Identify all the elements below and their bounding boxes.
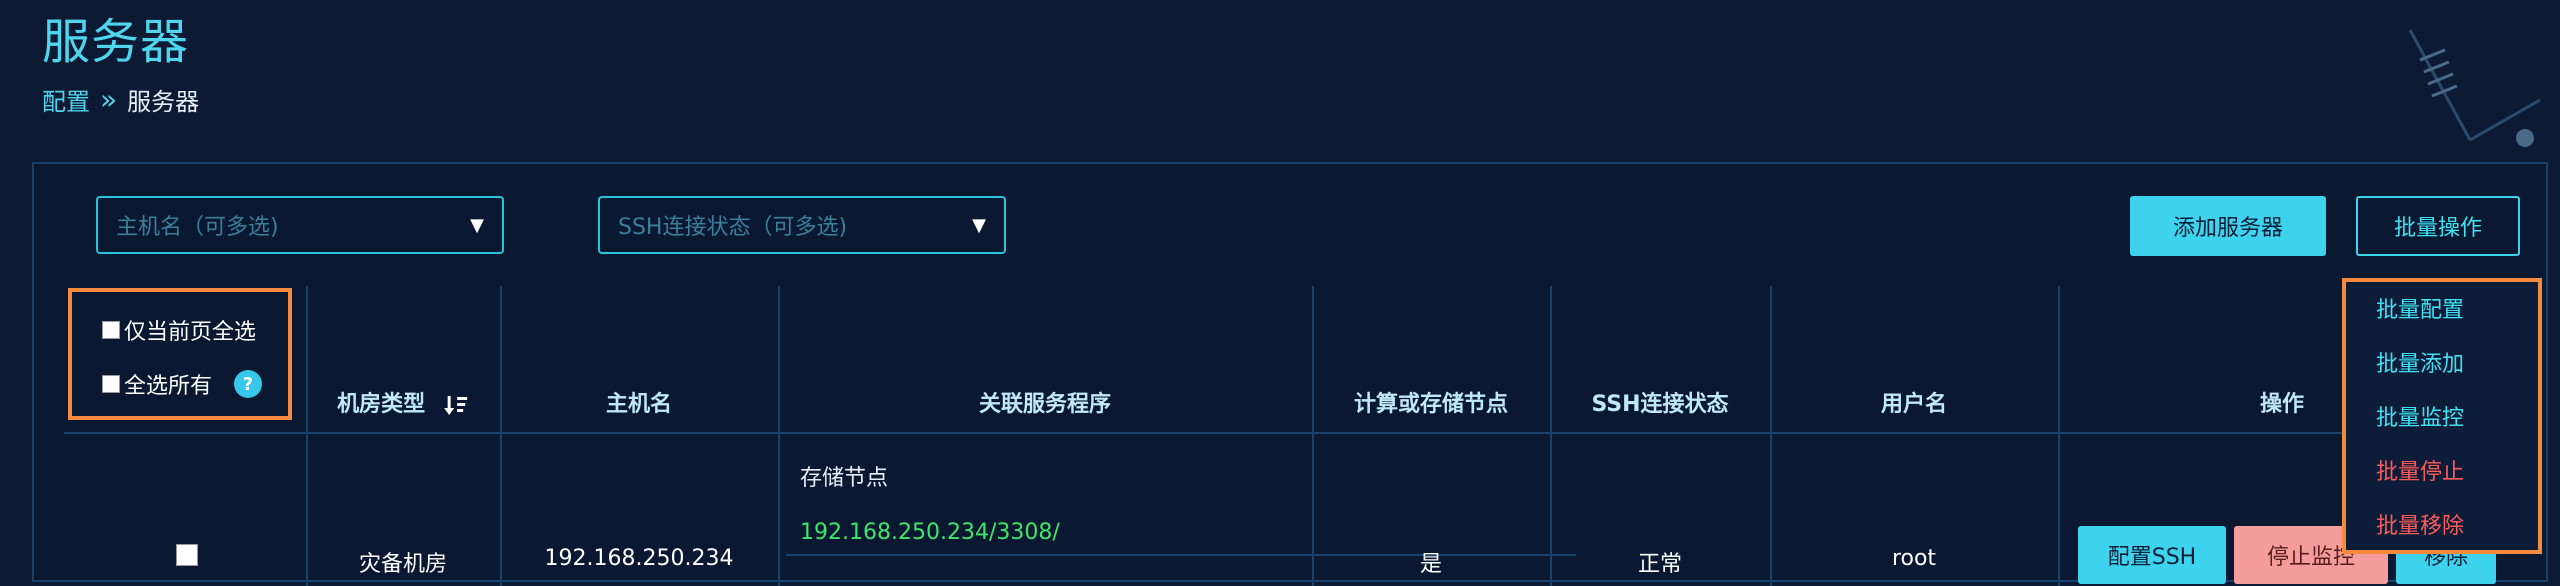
- menu-item-batch-add[interactable]: 批量添加: [2376, 346, 2464, 378]
- batch-operations-menu: 批量配置 批量添加 批量监控 批量停止 批量移除: [2342, 278, 2542, 554]
- header-node-type: 计算或存储节点: [1353, 392, 1509, 417]
- menu-item-batch-remove[interactable]: 批量移除: [2376, 508, 2464, 540]
- row-checkbox[interactable]: [176, 544, 198, 566]
- header-username: 用户名: [1880, 392, 1948, 417]
- column-divider: [1312, 286, 1314, 586]
- configure-ssh-button[interactable]: 配置SSH: [2078, 526, 2226, 584]
- cell-compute-or-storage: 是: [1419, 552, 1443, 577]
- select-all-group: 仅当前页全选 全选所有 ?: [68, 288, 292, 420]
- caret-down-icon: ▼: [470, 214, 484, 236]
- column-divider: [2058, 286, 2060, 586]
- column-divider: [306, 286, 308, 586]
- column-divider: [500, 286, 502, 586]
- ssh-status-filter-select[interactable]: SSH连接状态（可多选) ▼: [598, 196, 1006, 254]
- breadcrumb: 配置 » 服务器: [42, 82, 199, 117]
- header-hostname: 主机名: [605, 392, 673, 417]
- menu-item-batch-monitor[interactable]: 批量监控: [2376, 400, 2464, 432]
- server-panel: 主机名（可多选) ▼ SSH连接状态（可多选) ▼ 添加服务器 批量操作 仅当前…: [32, 162, 2548, 586]
- caret-down-icon: ▼: [972, 214, 986, 236]
- cell-ssh-status: 正常: [1637, 552, 1683, 577]
- select-current-page-option[interactable]: 仅当前页全选: [102, 314, 288, 346]
- breadcrumb-separator: »: [100, 82, 118, 116]
- batch-operations-button[interactable]: 批量操作: [2356, 196, 2520, 256]
- help-icon[interactable]: ?: [234, 370, 263, 398]
- add-server-button[interactable]: 添加服务器: [2130, 196, 2326, 256]
- cell-room-type: 灾备机房: [358, 552, 448, 577]
- breadcrumb-current: 服务器: [127, 88, 200, 116]
- column-divider: [778, 286, 780, 586]
- header-ssh-status: SSH连接状态: [1591, 392, 1729, 417]
- breadcrumb-parent[interactable]: 配置: [42, 82, 90, 117]
- header-service: 关联服务程序: [978, 392, 1112, 417]
- header-room-type[interactable]: 机房类型: [337, 386, 469, 418]
- column-divider: [1770, 286, 1772, 586]
- select-all-option[interactable]: 全选所有 ?: [102, 368, 288, 400]
- select-current-page-checkbox[interactable]: [102, 321, 120, 339]
- cell-hostname: 192.168.250.234: [544, 546, 734, 571]
- cell-divider: [786, 554, 1576, 556]
- cell-username: root: [1891, 546, 1937, 571]
- cell-service-address[interactable]: 192.168.250.234/3308/: [800, 520, 1060, 545]
- menu-item-batch-config[interactable]: 批量配置: [2376, 292, 2464, 324]
- cell-service-label: 存储节点: [800, 466, 889, 491]
- select-all-label: 全选所有: [124, 374, 213, 399]
- hostname-filter-select[interactable]: 主机名（可多选) ▼: [96, 196, 504, 254]
- ssh-status-filter-placeholder: SSH连接状态（可多选): [618, 215, 848, 240]
- select-all-checkbox[interactable]: [102, 375, 120, 393]
- header-room-type-label: 机房类型: [337, 392, 426, 417]
- menu-item-batch-stop[interactable]: 批量停止: [2376, 454, 2464, 486]
- select-current-page-label: 仅当前页全选: [124, 320, 257, 345]
- sort-icon[interactable]: [443, 394, 469, 416]
- hostname-filter-placeholder: 主机名（可多选): [116, 215, 279, 240]
- column-divider: [1550, 286, 1552, 586]
- page-title: 服务器: [42, 14, 190, 70]
- header-actions: 操作: [2259, 392, 2305, 417]
